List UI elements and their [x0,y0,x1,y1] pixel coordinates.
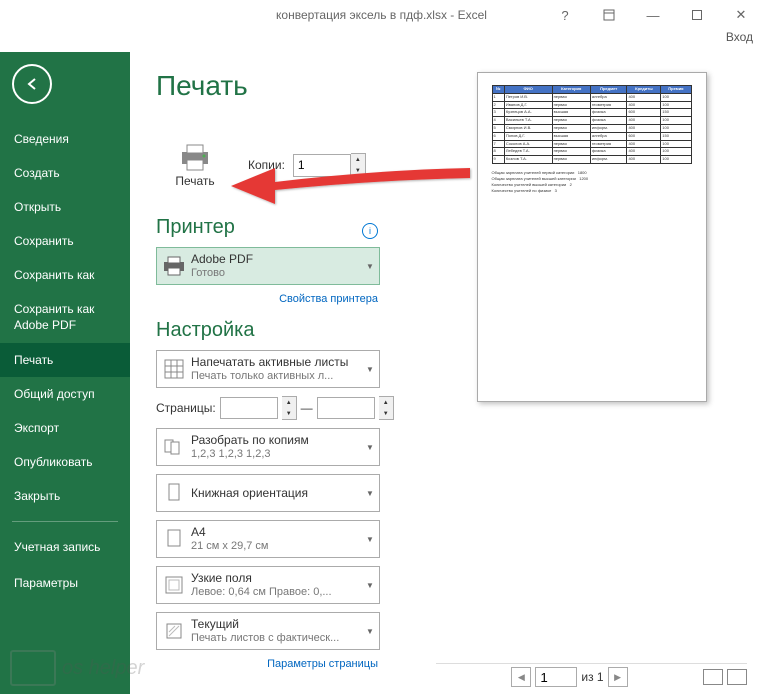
copies-down[interactable]: ▼ [351,165,365,176]
scaling-icon [163,620,185,642]
pages-sep: — [301,401,313,415]
page-title: Печать [156,70,426,102]
sidebar-item-open[interactable]: Открыть [0,190,130,224]
printer-icon [177,142,213,172]
current-page-input[interactable] [535,667,577,687]
orientation-dropdown[interactable]: Книжная ориентация ▼ [156,474,380,512]
prev-page-button[interactable]: ◀ [511,667,531,687]
sidebar-item-options[interactable]: Параметры [0,566,130,600]
portrait-icon [163,482,185,504]
sidebar-item-account[interactable]: Учетная запись [0,530,130,566]
signin-link[interactable]: Вход [726,30,753,52]
sidebar-item-save[interactable]: Сохранить [0,224,130,258]
collate-dropdown[interactable]: Разобрать по копиям1,2,3 1,2,3 1,2,3 ▼ [156,428,380,466]
sidebar-item-publish[interactable]: Опубликовать [0,445,130,479]
copies-label: Копии: [248,158,285,172]
sidebar-item-new[interactable]: Создать [0,156,130,190]
preview-summary: Общая зарплата учителей первой категории… [492,170,692,194]
sidebar-item-print[interactable]: Печать [0,343,130,377]
minimize-button[interactable]: — [635,4,671,26]
sidebar-item-saveas[interactable]: Сохранить как [0,258,130,292]
scaling-dropdown[interactable]: ТекущийПечать листов с фактическ... ▼ [156,612,380,650]
sidebar: Сведения Создать Открыть Сохранить Сохра… [0,52,130,694]
printer-name: Adobe PDF [191,252,361,266]
back-button[interactable] [12,64,52,104]
help-button[interactable]: ? [547,4,583,26]
sheets-icon [163,358,185,380]
page-setup-link[interactable]: Параметры страницы [267,658,378,670]
printer-icon [162,256,186,276]
sidebar-item-info[interactable]: Сведения [0,122,130,156]
copies-up[interactable]: ▲ [351,154,365,165]
pages-label: Страницы: [156,401,216,415]
chevron-down-icon: ▼ [361,581,379,590]
copies-input[interactable] [293,154,351,177]
chevron-down-icon: ▼ [361,535,379,544]
collate-icon [163,436,185,458]
pages-from-down[interactable]: ▼ [282,408,296,419]
pages-from-up[interactable]: ▲ [282,397,296,408]
next-page-button[interactable]: ▶ [608,667,628,687]
pages-to-input[interactable] [317,397,375,419]
printer-section-title: Принтер [156,216,235,239]
pages-to-down[interactable]: ▼ [379,408,393,419]
print-area-dropdown[interactable]: Напечатать активные листыПечать только а… [156,350,380,388]
paper-dropdown[interactable]: A421 см x 29,7 см ▼ [156,520,380,558]
ribbon-toggle-icon[interactable] [591,4,627,26]
sidebar-item-export[interactable]: Экспорт [0,411,130,445]
close-button[interactable]: ✕ [723,4,759,26]
maximize-button[interactable] [679,4,715,26]
sidebar-separator [12,521,118,522]
zoom-to-page-button[interactable] [727,669,747,685]
watermark: os helper [10,650,144,686]
page-of-label: из 1 [581,670,603,684]
show-margins-button[interactable] [703,669,723,685]
info-icon[interactable]: i [362,223,378,239]
pages-from-input[interactable] [220,397,278,419]
chevron-down-icon: ▼ [361,443,379,452]
chevron-down-icon: ▼ [361,627,379,636]
sidebar-item-share[interactable]: Общий доступ [0,377,130,411]
chevron-down-icon: ▼ [361,489,379,498]
settings-section-title: Настройка [156,319,426,342]
print-preview: №ФИОКатегорияПредметКредитыПремия 1Петро… [436,72,747,657]
preview-table: №ФИОКатегорияПредметКредитыПремия 1Петро… [492,85,692,164]
printer-properties-link[interactable]: Свойства принтера [279,293,378,305]
printer-dropdown[interactable]: Adobe PDFГотово ▼ [156,247,380,285]
chevron-down-icon: ▼ [361,262,379,271]
paper-icon [163,528,185,550]
margins-icon [163,574,185,596]
print-button[interactable]: Печать [156,128,234,202]
margins-dropdown[interactable]: Узкие поляЛевое: 0,64 см Правое: 0,... ▼ [156,566,380,604]
chevron-down-icon: ▼ [361,365,379,374]
sidebar-item-saveas-pdf[interactable]: Сохранить как Adobe PDF [0,292,130,343]
printer-status: Готово [191,267,361,280]
sidebar-item-close[interactable]: Закрыть [0,479,130,513]
print-button-label: Печать [175,174,214,188]
pages-to-up[interactable]: ▲ [379,397,393,408]
